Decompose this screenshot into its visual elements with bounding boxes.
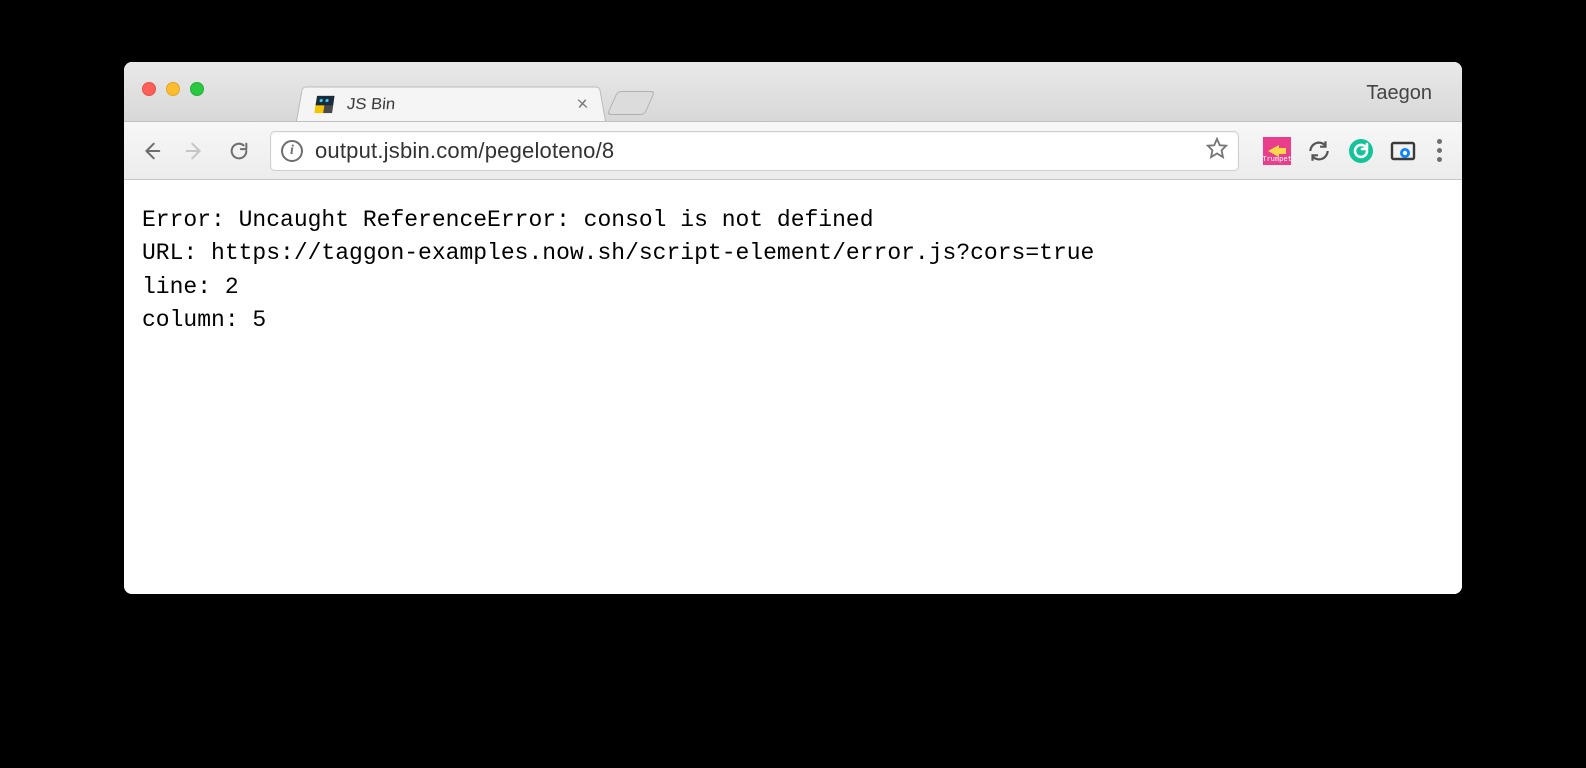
site-info-icon[interactable]: i [281, 140, 303, 162]
extension-trumpet-label: Trumpet [1262, 155, 1292, 163]
tab-strip: JS Bin × [296, 62, 650, 121]
chrome-menu-button[interactable] [1431, 139, 1448, 162]
new-tab-button[interactable] [607, 91, 656, 115]
extension-screenshot-icon[interactable] [1389, 137, 1417, 165]
forward-button[interactable] [182, 138, 208, 164]
page-line-url: URL: https://taggon-examples.now.sh/scri… [142, 240, 1094, 266]
omnibox[interactable]: i output.jsbin.com/pegeloteno/8 [270, 131, 1239, 171]
extension-grammarly-icon[interactable] [1347, 137, 1375, 165]
window-controls [142, 82, 204, 96]
toolbar: i output.jsbin.com/pegeloteno/8 Trumpet [124, 122, 1462, 180]
page-line-column: column: 5 [142, 307, 266, 333]
browser-window: JS Bin × Taegon i output.jsbin.com/pegel… [124, 62, 1462, 594]
bookmark-star-icon[interactable] [1206, 137, 1228, 164]
extension-refresh-icon[interactable] [1305, 137, 1333, 165]
window-close-button[interactable] [142, 82, 156, 96]
tab-active[interactable]: JS Bin × [296, 87, 606, 121]
page-line-error: Error: Uncaught ReferenceError: consol i… [142, 207, 874, 233]
extension-row: Trumpet [1257, 137, 1448, 165]
extension-trumpet-icon[interactable]: Trumpet [1263, 137, 1291, 165]
page-line-line: line: 2 [142, 274, 239, 300]
page-viewport: Error: Uncaught ReferenceError: consol i… [124, 180, 1462, 594]
address-bar-url[interactable]: output.jsbin.com/pegeloteno/8 [315, 138, 1194, 164]
tab-title: JS Bin [346, 94, 396, 113]
titlebar: JS Bin × Taegon [124, 62, 1462, 122]
back-button[interactable] [138, 138, 164, 164]
tab-close-button[interactable]: × [575, 94, 589, 113]
jsbin-favicon-icon [314, 95, 334, 112]
profile-name[interactable]: Taegon [1366, 82, 1432, 105]
window-minimize-button[interactable] [166, 82, 180, 96]
reload-button[interactable] [226, 138, 252, 164]
window-zoom-button[interactable] [190, 82, 204, 96]
